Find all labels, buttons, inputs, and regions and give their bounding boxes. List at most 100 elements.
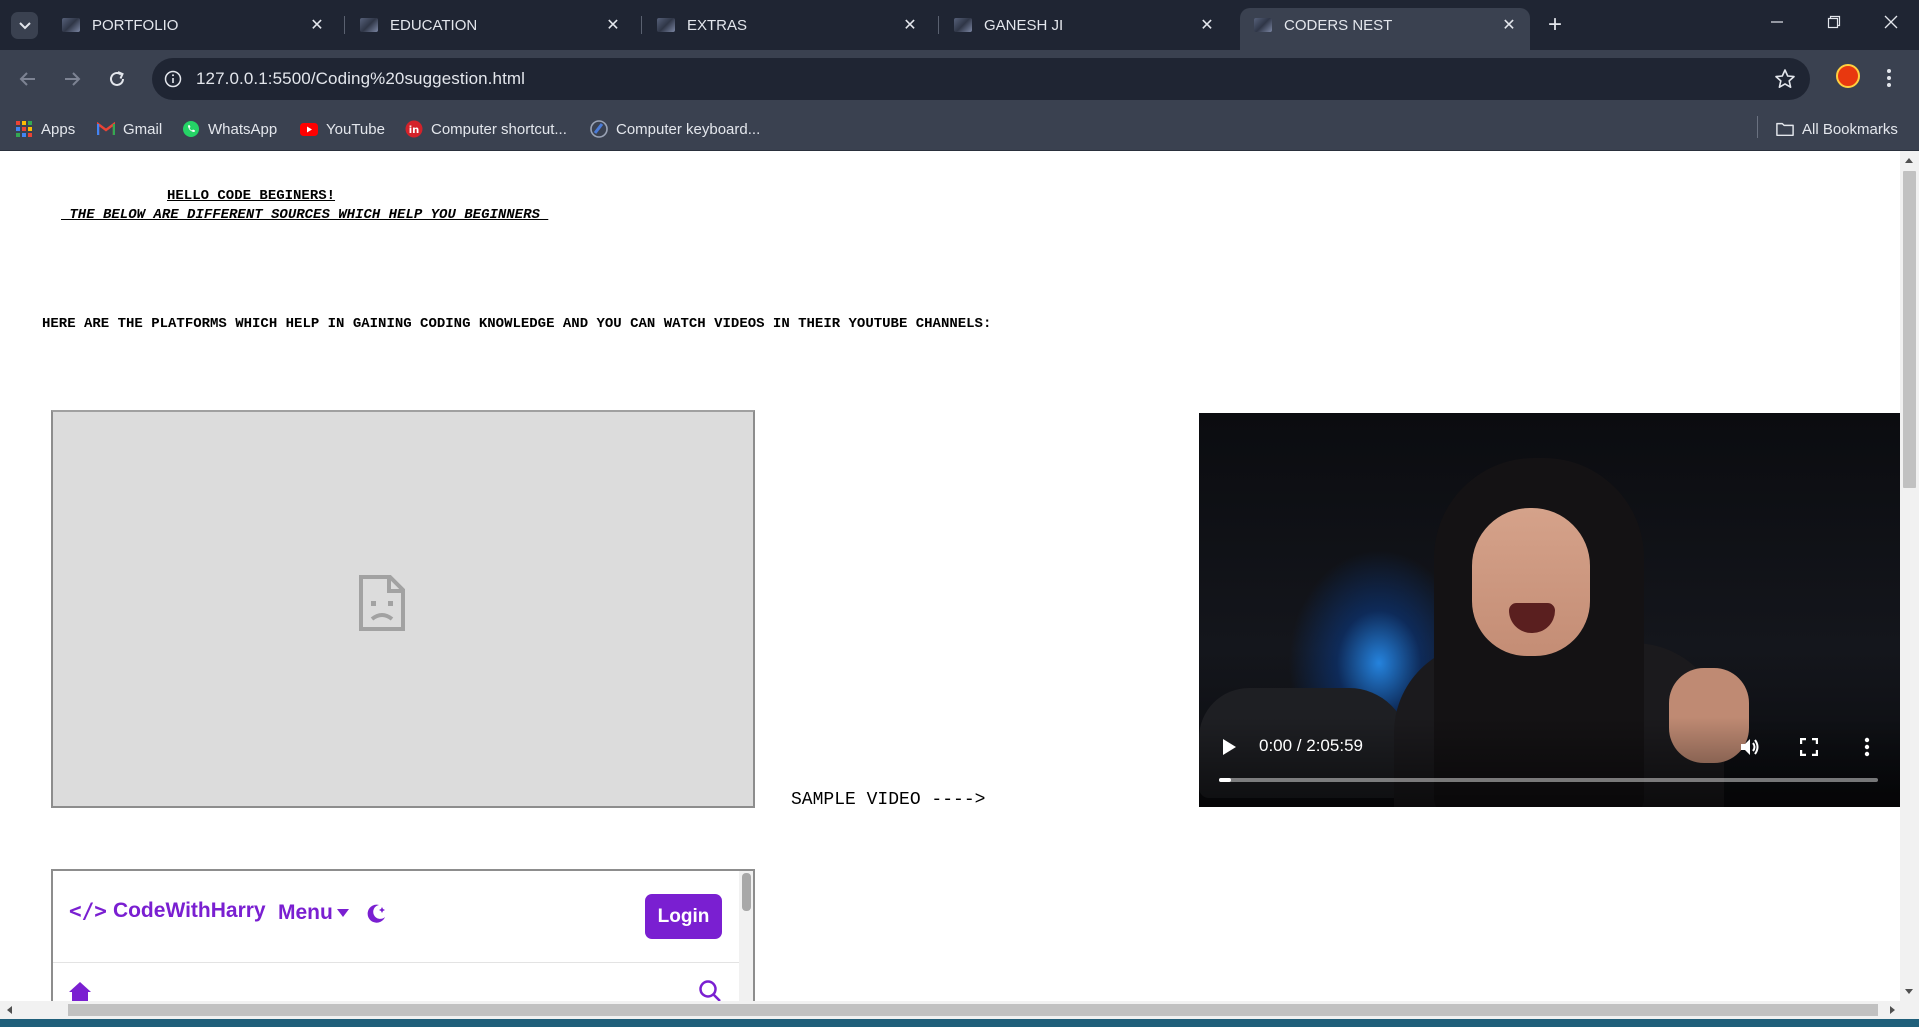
url-text: 127.0.0.1:5500/Coding%20suggestion.html <box>196 69 526 88</box>
fullscreen-icon[interactable] <box>1800 738 1818 756</box>
close-tab-icon[interactable]: ✕ <box>1500 16 1518 34</box>
address-bar[interactable]: 127.0.0.1:5500/Coding%20suggestion.html <box>152 58 1810 100</box>
back-button[interactable] <box>13 64 43 94</box>
bookmark-apps[interactable]: Apps <box>15 116 75 142</box>
bookmark-youtube[interactable]: YouTube <box>300 116 385 142</box>
bookmarks-divider <box>1757 116 1758 138</box>
tab-strip: PORTFOLIO ✕ EDUCATION ✕ EXTRAS ✕ GANESH … <box>0 0 1919 50</box>
dark-mode-moon-icon[interactable] <box>365 903 387 925</box>
close-window-button[interactable] <box>1876 12 1906 38</box>
codewithharry-divider <box>53 962 753 963</box>
bookmark-computer-shortcut[interactable]: in Computer shortcut... <box>405 116 567 142</box>
bookmark-label: Gmail <box>123 120 163 138</box>
browser-menu-icon[interactable] <box>1885 68 1893 88</box>
bookmark-label: YouTube <box>326 120 385 138</box>
codewithharry-frame[interactable]: </> CodeWithHarry Menu Login <box>51 869 755 1001</box>
tab-extras[interactable]: EXTRAS ✕ <box>643 8 931 42</box>
codewithharry-scrollbar-thumb[interactable] <box>742 873 751 911</box>
chevron-down-icon <box>18 21 31 29</box>
video-progress-bar[interactable] <box>1219 778 1878 782</box>
whatsapp-icon <box>182 120 200 138</box>
tab-favicon-icon <box>1254 18 1272 32</box>
tab-education[interactable]: EDUCATION ✕ <box>346 8 634 42</box>
scroll-right-arrow-icon[interactable] <box>1890 1006 1895 1014</box>
scroll-up-arrow-icon[interactable] <box>1905 158 1913 163</box>
tab-search-button[interactable] <box>11 12 38 39</box>
page-greeting: HELLO CODE BEGINERS! <box>167 188 336 204</box>
search-icon[interactable] <box>698 979 722 1001</box>
tab-title: EDUCATION <box>390 16 478 34</box>
bookmarks-bar: Apps Gmail WhatsApp YouTube in Computer … <box>0 108 1919 151</box>
reload-button[interactable] <box>102 64 132 94</box>
minimize-icon <box>1771 21 1783 23</box>
apps-grid-icon <box>15 120 33 138</box>
site-info-icon[interactable] <box>162 68 184 90</box>
youtube-icon <box>300 120 318 138</box>
home-icon[interactable] <box>68 981 92 1001</box>
restore-icon <box>1827 15 1841 29</box>
vertical-scrollbar-thumb[interactable] <box>1903 171 1916 488</box>
caret-down-icon <box>336 909 349 917</box>
bookmark-label: Computer shortcut... <box>431 120 567 138</box>
gmail-icon <box>97 120 115 138</box>
tab-title: CODERS NEST <box>1284 16 1393 34</box>
platforms-heading: HERE ARE THE PLATFORMS WHICH HELP IN GAI… <box>42 316 992 332</box>
video-controls <box>1199 717 1900 807</box>
tab-separator <box>938 16 939 34</box>
video-player[interactable]: 0:00 / 2:05:59 <box>1199 413 1900 807</box>
bookmark-label: Apps <box>41 120 76 138</box>
tab-separator <box>641 16 642 34</box>
sample-video-label: SAMPLE VIDEO ----> <box>791 790 986 810</box>
all-bookmarks-button[interactable]: All Bookmarks <box>1776 116 1898 142</box>
tab-title: EXTRAS <box>687 16 748 34</box>
codewithharry-logo-text: CodeWithHarry <box>112 899 266 922</box>
tab-favicon-icon <box>954 18 972 32</box>
folder-icon <box>1776 120 1794 138</box>
vertical-scrollbar[interactable] <box>1900 151 1919 1001</box>
codewithharry-scrollbar[interactable] <box>739 871 753 1001</box>
video-frame-face <box>1472 508 1590 656</box>
tab-title: PORTFOLIO <box>92 16 179 34</box>
horizontal-scrollbar[interactable] <box>0 1001 1919 1019</box>
tab-coders-nest[interactable]: CODERS NEST ✕ <box>1240 8 1530 50</box>
new-tab-button[interactable]: + <box>1542 13 1568 39</box>
video-time: 0:00 / 2:05:59 <box>1259 736 1363 755</box>
close-tab-icon[interactable]: ✕ <box>308 16 326 34</box>
code-brackets-icon: </> <box>69 899 107 923</box>
volume-icon[interactable] <box>1740 737 1760 757</box>
computer-shortcut-icon: in <box>405 120 423 138</box>
scroll-down-arrow-icon[interactable] <box>1905 989 1913 994</box>
bookmark-gmail[interactable]: Gmail <box>97 116 162 142</box>
codewithharry-menu[interactable]: Menu <box>278 901 350 925</box>
codewithharry-menu-label: Menu <box>278 901 333 924</box>
all-bookmarks-label: All Bookmarks <box>1802 120 1898 138</box>
codewithharry-login-button[interactable]: Login <box>645 894 722 939</box>
video-progress-fill <box>1219 778 1231 782</box>
sad-page-icon <box>359 575 405 631</box>
horizontal-scrollbar-thumb[interactable] <box>68 1004 1878 1016</box>
video-options-icon[interactable] <box>1864 737 1870 757</box>
page-viewport: HELLO CODE BEGINERS! THE BELOW ARE DIFFE… <box>0 151 1900 1001</box>
tab-separator <box>344 16 345 34</box>
scroll-left-arrow-icon[interactable] <box>7 1006 12 1014</box>
close-tab-icon[interactable]: ✕ <box>1198 16 1216 34</box>
computer-keyboard-icon <box>590 120 608 138</box>
bookmark-computer-keyboard[interactable]: Computer keyboard... <box>590 116 760 142</box>
browser-toolbar: 127.0.0.1:5500/Coding%20suggestion.html <box>0 50 1919 108</box>
extension-icon[interactable] <box>1836 64 1860 88</box>
restore-button[interactable] <box>1819 12 1849 38</box>
forward-button[interactable] <box>57 64 87 94</box>
tab-ganesh-ji[interactable]: GANESH JI ✕ <box>940 8 1228 42</box>
codewithharry-logo[interactable]: </> CodeWithHarry <box>69 899 266 923</box>
tab-favicon-icon <box>360 18 378 32</box>
minimize-button[interactable] <box>1762 12 1792 38</box>
play-icon[interactable] <box>1221 738 1237 756</box>
bookmark-label: Computer keyboard... <box>616 120 761 138</box>
close-tab-icon[interactable]: ✕ <box>604 16 622 34</box>
reload-icon <box>110 71 124 86</box>
close-tab-icon[interactable]: ✕ <box>901 16 919 34</box>
bookmark-whatsapp[interactable]: WhatsApp <box>182 116 277 142</box>
tab-portfolio[interactable]: PORTFOLIO ✕ <box>48 8 338 42</box>
bookmark-label: WhatsApp <box>208 120 278 138</box>
bookmark-star-icon[interactable] <box>1774 68 1796 90</box>
